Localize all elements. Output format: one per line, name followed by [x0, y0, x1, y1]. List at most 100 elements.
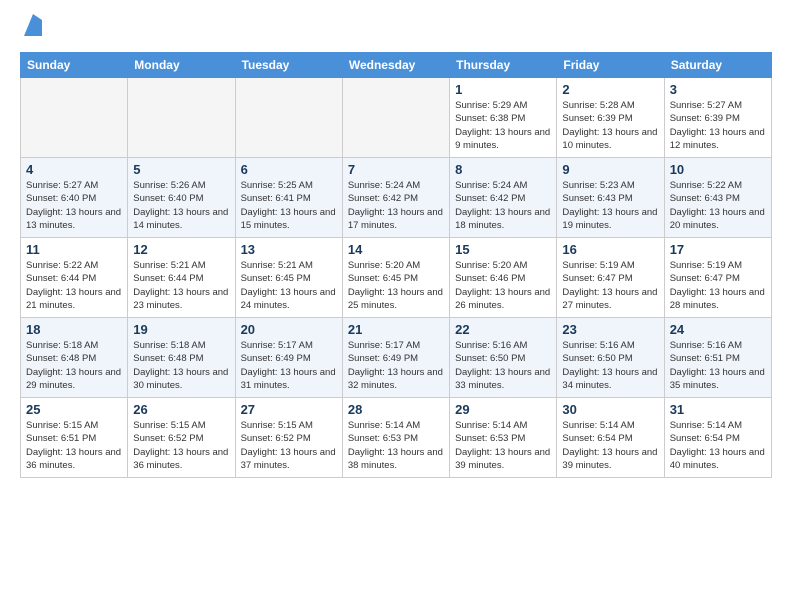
calendar-cell: 21 Sunrise: 5:17 AMSunset: 6:49 PMDayligh…	[342, 318, 449, 398]
calendar-cell: 31 Sunrise: 5:14 AMSunset: 6:54 PMDayligh…	[664, 398, 771, 478]
calendar-cell: 5 Sunrise: 5:26 AMSunset: 6:40 PMDaylight…	[128, 158, 235, 238]
day-number: 4	[26, 162, 122, 177]
day-number: 20	[241, 322, 337, 337]
calendar-cell: 29Sunrise: 5:14 AMSunset: 6:53 PMDayligh…	[450, 398, 557, 478]
day-number: 23	[562, 322, 658, 337]
dow-saturday: Saturday	[664, 53, 771, 78]
calendar-cell: 6 Sunrise: 5:25 AMSunset: 6:41 PMDaylight…	[235, 158, 342, 238]
cell-info: Sunrise: 5:15 AMSunset: 6:51 PMDaylight:…	[26, 419, 122, 472]
dow-thursday: Thursday	[450, 53, 557, 78]
calendar-body: 1 Sunrise: 5:29 AMSunset: 6:38 PMDaylight…	[21, 78, 772, 478]
day-number: 9	[562, 162, 658, 177]
cell-info: Sunrise: 5:15 AMSunset: 6:52 PMDaylight:…	[133, 419, 229, 472]
calendar-cell: 2 Sunrise: 5:28 AMSunset: 6:39 PMDaylight…	[557, 78, 664, 158]
dow-sunday: Sunday	[21, 53, 128, 78]
calendar-cell: 18 Sunrise: 5:18 AMSunset: 6:48 PMDayligh…	[21, 318, 128, 398]
cell-info: Sunrise: 5:14 AMSunset: 6:54 PMDaylight:…	[562, 419, 658, 472]
cell-info: Sunrise: 5:24 AMSunset: 6:42 PMDaylight:…	[348, 179, 444, 232]
logo	[20, 20, 42, 42]
cell-info: Sunrise: 5:21 AMSunset: 6:45 PMDaylight:…	[241, 259, 337, 312]
cell-info: Sunrise: 5:28 AMSunset: 6:39 PMDaylight:…	[562, 99, 658, 152]
cell-info: Sunrise: 5:25 AMSunset: 6:41 PMDaylight:…	[241, 179, 337, 232]
cell-info: Sunrise: 5:20 AMSunset: 6:45 PMDaylight:…	[348, 259, 444, 312]
week-row-4: 18 Sunrise: 5:18 AMSunset: 6:48 PMDayligh…	[21, 318, 772, 398]
day-number: 30	[562, 402, 658, 417]
cell-info: Sunrise: 5:22 AMSunset: 6:44 PMDaylight:…	[26, 259, 122, 312]
cell-info: Sunrise: 5:19 AMSunset: 6:47 PMDaylight:…	[670, 259, 766, 312]
calendar-cell: 25 Sunrise: 5:15 AMSunset: 6:51 PMDayligh…	[21, 398, 128, 478]
cell-info: Sunrise: 5:14 AMSunset: 6:54 PMDaylight:…	[670, 419, 766, 472]
day-number: 1	[455, 82, 551, 97]
dow-wednesday: Wednesday	[342, 53, 449, 78]
day-number: 22	[455, 322, 551, 337]
cell-info: Sunrise: 5:18 AMSunset: 6:48 PMDaylight:…	[26, 339, 122, 392]
day-number: 25	[26, 402, 122, 417]
day-number: 6	[241, 162, 337, 177]
cell-info: Sunrise: 5:17 AMSunset: 6:49 PMDaylight:…	[241, 339, 337, 392]
calendar-cell: 24 Sunrise: 5:16 AMSunset: 6:51 PMDayligh…	[664, 318, 771, 398]
calendar-table: SundayMondayTuesdayWednesdayThursdayFrid…	[20, 52, 772, 478]
cell-info: Sunrise: 5:18 AMSunset: 6:48 PMDaylight:…	[133, 339, 229, 392]
calendar-cell: 22 Sunrise: 5:16 AMSunset: 6:50 PMDayligh…	[450, 318, 557, 398]
day-number: 2	[562, 82, 658, 97]
cell-info: Sunrise: 5:21 AMSunset: 6:44 PMDaylight:…	[133, 259, 229, 312]
day-number: 14	[348, 242, 444, 257]
day-number: 8	[455, 162, 551, 177]
day-number: 21	[348, 322, 444, 337]
cell-info: Sunrise: 5:27 AMSunset: 6:40 PMDaylight:…	[26, 179, 122, 232]
calendar-cell: 27 Sunrise: 5:15 AMSunset: 6:52 PMDayligh…	[235, 398, 342, 478]
day-number: 28	[348, 402, 444, 417]
cell-info: Sunrise: 5:26 AMSunset: 6:40 PMDaylight:…	[133, 179, 229, 232]
cell-info: Sunrise: 5:22 AMSunset: 6:43 PMDaylight:…	[670, 179, 766, 232]
cell-info: Sunrise: 5:16 AMSunset: 6:50 PMDaylight:…	[455, 339, 551, 392]
page-header	[20, 20, 772, 42]
cell-info: Sunrise: 5:14 AMSunset: 6:53 PMDaylight:…	[455, 419, 551, 472]
day-number: 10	[670, 162, 766, 177]
calendar-cell: 3Sunrise: 5:27 AMSunset: 6:39 PMDaylight…	[664, 78, 771, 158]
cell-info: Sunrise: 5:16 AMSunset: 6:51 PMDaylight:…	[670, 339, 766, 392]
cell-info: Sunrise: 5:19 AMSunset: 6:47 PMDaylight:…	[562, 259, 658, 312]
calendar-cell: 15 Sunrise: 5:20 AMSunset: 6:46 PMDayligh…	[450, 238, 557, 318]
day-number: 17	[670, 242, 766, 257]
day-number: 24	[670, 322, 766, 337]
calendar-cell: 8Sunrise: 5:24 AMSunset: 6:42 PMDaylight…	[450, 158, 557, 238]
calendar-cell: 26 Sunrise: 5:15 AMSunset: 6:52 PMDayligh…	[128, 398, 235, 478]
day-number: 26	[133, 402, 229, 417]
dow-friday: Friday	[557, 53, 664, 78]
day-number: 5	[133, 162, 229, 177]
day-number: 13	[241, 242, 337, 257]
calendar-cell: 7Sunrise: 5:24 AMSunset: 6:42 PMDaylight…	[342, 158, 449, 238]
calendar-cell: 16Sunrise: 5:19 AMSunset: 6:47 PMDayligh…	[557, 238, 664, 318]
calendar-cell: 9Sunrise: 5:23 AMSunset: 6:43 PMDaylight…	[557, 158, 664, 238]
calendar-cell: 12 Sunrise: 5:21 AMSunset: 6:44 PMDayligh…	[128, 238, 235, 318]
day-number: 12	[133, 242, 229, 257]
cell-info: Sunrise: 5:14 AMSunset: 6:53 PMDaylight:…	[348, 419, 444, 472]
calendar-cell: 10 Sunrise: 5:22 AMSunset: 6:43 PMDayligh…	[664, 158, 771, 238]
week-row-3: 11 Sunrise: 5:22 AMSunset: 6:44 PMDayligh…	[21, 238, 772, 318]
day-number: 31	[670, 402, 766, 417]
calendar-cell: 17 Sunrise: 5:19 AMSunset: 6:47 PMDayligh…	[664, 238, 771, 318]
calendar-cell	[21, 78, 128, 158]
calendar-cell	[128, 78, 235, 158]
week-row-5: 25 Sunrise: 5:15 AMSunset: 6:51 PMDayligh…	[21, 398, 772, 478]
cell-info: Sunrise: 5:20 AMSunset: 6:46 PMDaylight:…	[455, 259, 551, 312]
dow-monday: Monday	[128, 53, 235, 78]
calendar-cell	[235, 78, 342, 158]
calendar-cell: 30 Sunrise: 5:14 AMSunset: 6:54 PMDayligh…	[557, 398, 664, 478]
logo-icon	[24, 14, 42, 36]
day-number: 11	[26, 242, 122, 257]
calendar-cell: 4 Sunrise: 5:27 AMSunset: 6:40 PMDaylight…	[21, 158, 128, 238]
calendar-cell: 1 Sunrise: 5:29 AMSunset: 6:38 PMDaylight…	[450, 78, 557, 158]
calendar-cell: 23Sunrise: 5:16 AMSunset: 6:50 PMDayligh…	[557, 318, 664, 398]
cell-info: Sunrise: 5:29 AMSunset: 6:38 PMDaylight:…	[455, 99, 551, 152]
calendar-cell: 13 Sunrise: 5:21 AMSunset: 6:45 PMDayligh…	[235, 238, 342, 318]
day-number: 15	[455, 242, 551, 257]
calendar-cell: 19Sunrise: 5:18 AMSunset: 6:48 PMDayligh…	[128, 318, 235, 398]
day-number: 27	[241, 402, 337, 417]
cell-info: Sunrise: 5:17 AMSunset: 6:49 PMDaylight:…	[348, 339, 444, 392]
cell-info: Sunrise: 5:15 AMSunset: 6:52 PMDaylight:…	[241, 419, 337, 472]
day-of-week-header: SundayMondayTuesdayWednesdayThursdayFrid…	[21, 53, 772, 78]
day-number: 18	[26, 322, 122, 337]
dow-tuesday: Tuesday	[235, 53, 342, 78]
calendar-cell: 20 Sunrise: 5:17 AMSunset: 6:49 PMDayligh…	[235, 318, 342, 398]
